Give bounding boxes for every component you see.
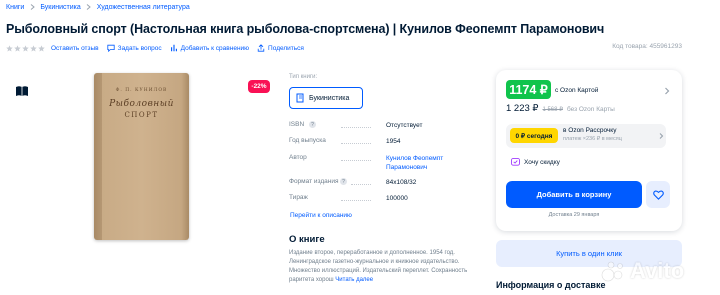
discount-badge: -22%: [248, 80, 270, 93]
star-icon: [14, 44, 21, 52]
spec-key: Автор: [289, 154, 307, 161]
regular-price-row: 1 223 ₽ 1 568 ₽ без Ozon Карты: [506, 103, 615, 114]
heart-icon: [652, 190, 664, 200]
star-icon: [30, 44, 37, 52]
add-to-compare-link[interactable]: Добавить к сравнению: [170, 44, 249, 52]
spec-value: Отсутствует: [386, 122, 423, 129]
avito-logo-icon: [601, 261, 623, 282]
favorite-button[interactable]: [646, 181, 670, 208]
book-thumbnail-icon: [16, 86, 28, 96]
rating-stars[interactable]: [6, 44, 45, 52]
discount-chat-icon: [511, 158, 520, 166]
author-link[interactable]: Кунилов Феопемпт Парамонович: [386, 154, 466, 172]
book-type-value: Букинистика: [309, 94, 350, 102]
help-icon[interactable]: ?: [309, 121, 316, 128]
want-discount-label: Хочу скидку: [524, 159, 560, 166]
share-icon: [257, 44, 265, 52]
cover-author: Ф. П. КУНИЛОВ: [115, 88, 168, 93]
page-title: Рыболовный спорт (Настольная книга рыбол…: [6, 22, 605, 36]
delivery-info-heading: Информация о доставке: [496, 280, 606, 290]
spec-value: 1954: [386, 138, 401, 145]
spec-key: Год выпуска: [289, 137, 326, 144]
product-sku: Код товара: 455961293: [612, 43, 682, 50]
star-icon: [22, 44, 29, 52]
spec-divider: [341, 143, 371, 144]
spec-row-year: Год выпуска 1954: [289, 137, 489, 147]
breadcrumb-item-antiquarian[interactable]: Букинистика: [40, 4, 80, 11]
book-type-option[interactable]: Букинистика: [289, 87, 363, 109]
book-icon: [296, 93, 304, 103]
chevron-right-icon: [85, 3, 93, 11]
ozon-card-price: 1174 ₽: [506, 80, 551, 99]
avito-watermark: Avito: [600, 258, 684, 284]
star-icon: [38, 44, 45, 52]
ask-question-link[interactable]: Задать вопрос: [107, 44, 162, 52]
goto-description-link[interactable]: Перейти к описанию: [290, 212, 352, 219]
product-meta-row: Оставить отзыв Задать вопрос Добавить к …: [6, 42, 312, 54]
regular-price: 1 223 ₽: [506, 103, 539, 114]
spec-row-circulation: Тираж 100000: [289, 194, 489, 204]
breadcrumb-item-fiction[interactable]: Художественная литература: [97, 4, 190, 11]
spec-divider: [341, 127, 371, 128]
spec-row-format: Формат издания ? 84x108/32: [289, 178, 489, 188]
cover-title-line2: СПОРТ: [124, 111, 159, 119]
about-body: Издание второе, переработанное и дополне…: [289, 250, 468, 283]
old-price: 1 568 ₽: [542, 107, 563, 113]
star-icon: [6, 44, 13, 52]
breadcrumb-item-books[interactable]: Книги: [6, 4, 24, 11]
spec-divider: [341, 200, 371, 201]
spec-row-author: Автор Кунилов Феопемпт Парамонович: [289, 154, 489, 174]
add-to-cart-button[interactable]: Добавить в корзину: [506, 181, 642, 208]
ozon-card-label: с Ozon Картой: [555, 87, 599, 94]
help-icon[interactable]: ?: [340, 178, 347, 185]
spec-key: Формат издания: [289, 178, 339, 185]
installment-title: в Ozon Рассрочку: [563, 127, 617, 134]
no-card-label: без Ozon Карты: [566, 106, 615, 113]
share-label: Поделиться: [268, 44, 304, 52]
add-to-compare-label: Добавить к сравнению: [180, 44, 250, 52]
chevron-right-icon[interactable]: [662, 86, 672, 96]
compare-icon: [170, 44, 177, 52]
write-review-label: Оставить отзыв: [51, 44, 99, 52]
spec-key: Тираж: [289, 194, 308, 201]
ask-question-label: Задать вопрос: [117, 44, 162, 52]
cover-title-line1: Рыболовный: [109, 99, 174, 109]
spec-divider: [351, 184, 371, 185]
product-image[interactable]: Ф. П. КУНИЛОВ Рыболовный СПОРТ: [94, 73, 189, 240]
chat-icon: [107, 44, 115, 52]
spec-value: 84x108/32: [386, 179, 417, 186]
about-text: Издание второе, переработанное и дополне…: [289, 249, 479, 285]
spec-key: ISBN: [289, 121, 305, 128]
book-type-label: Тип книги:: [289, 74, 318, 80]
installment-badge: 0 ₽ сегодня: [510, 128, 558, 143]
about-heading: О книге: [289, 234, 325, 245]
spec-divider: [341, 160, 371, 161]
delivery-date: Доставка 29 января: [548, 212, 600, 218]
spec-row-isbn: ISBN ? Отсутствует: [289, 121, 489, 131]
gallery-thumbnail[interactable]: [13, 82, 31, 100]
breadcrumb: Книги Букинистика Художественная литерат…: [6, 3, 190, 11]
share-link[interactable]: Поделиться: [257, 44, 304, 52]
chevron-right-icon: [28, 3, 36, 11]
chevron-right-icon: [659, 133, 664, 139]
installment-subtitle: платеж ×236 ₽ в месяц: [563, 136, 622, 142]
write-review-link[interactable]: Оставить отзыв: [51, 45, 99, 52]
want-discount-link[interactable]: Хочу скидку: [511, 158, 560, 167]
read-more-link[interactable]: Читать далее: [335, 277, 373, 283]
spec-value: 100000: [386, 195, 408, 202]
avito-wordmark: Avito: [630, 258, 685, 283]
